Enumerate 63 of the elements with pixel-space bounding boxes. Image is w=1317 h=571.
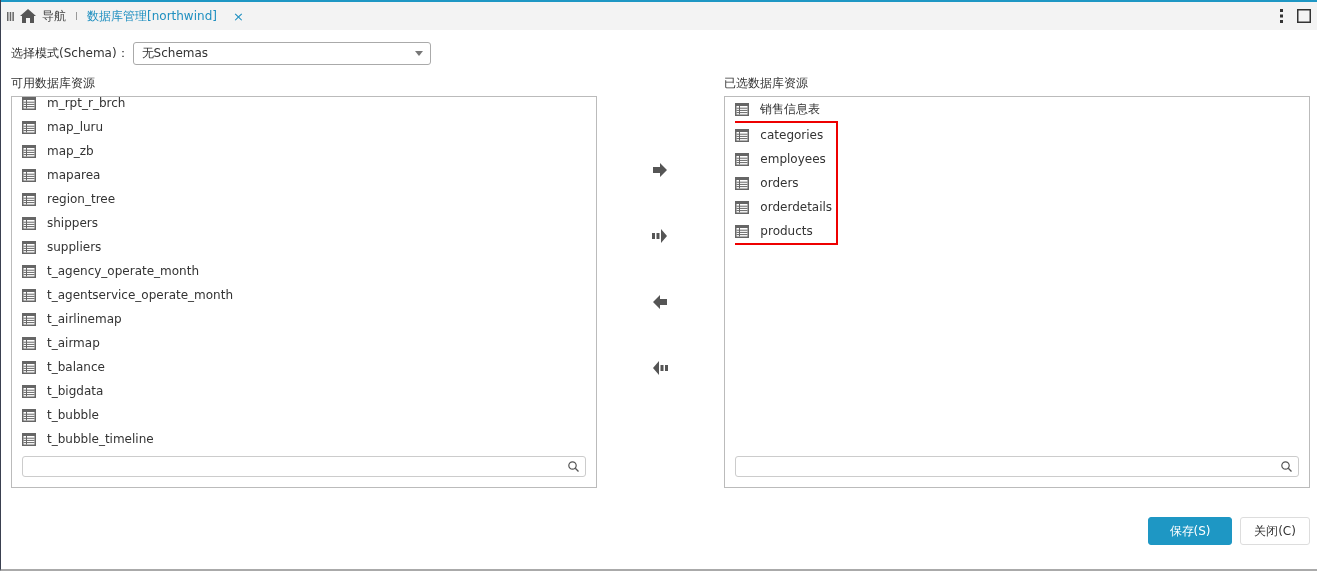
double-arrow-left-icon[interactable] (652, 361, 669, 375)
table-icon (735, 176, 750, 190)
tab-label: 导航 (42, 7, 66, 25)
table-icon (22, 192, 36, 206)
table-icon (735, 200, 750, 214)
close-button[interactable]: 关闭(C) (1240, 517, 1310, 545)
table-icon (22, 408, 36, 422)
table-item[interactable]: orders (735, 171, 839, 195)
table-icon (22, 144, 36, 158)
table-icon (22, 288, 36, 302)
schema-label: 选择模式(Schema)： (11, 45, 129, 62)
table-item[interactable]: categories (735, 121, 839, 147)
table-item[interactable]: maparea (22, 163, 586, 187)
table-icon (22, 240, 36, 254)
table-item[interactable]: products (735, 219, 839, 245)
table-icon (735, 224, 750, 238)
panel-title: 已选数据库资源 (724, 75, 810, 91)
table-item[interactable]: t_airmap (22, 331, 586, 355)
table-icon (22, 360, 36, 374)
table-icon (22, 168, 36, 182)
table-item[interactable]: t_airlinemap (22, 307, 586, 331)
table-icon (22, 96, 36, 110)
table-item[interactable]: m_rpt_r_brch (22, 91, 586, 115)
table-icon (735, 152, 750, 166)
arrow-left-icon[interactable] (652, 295, 669, 309)
table-item[interactable]: 销售信息表 (735, 97, 1299, 121)
table-item[interactable]: map_zb (22, 139, 586, 163)
table-item[interactable]: employees (735, 147, 839, 171)
table-item[interactable]: map_luru (22, 115, 586, 139)
table-icon (22, 216, 36, 230)
search-field[interactable] (735, 456, 1299, 477)
search-icon (1281, 461, 1292, 472)
table-item[interactable]: t_bubble (22, 403, 586, 427)
maximize-icon[interactable] (1297, 9, 1311, 23)
caret-icon (414, 51, 423, 56)
panel-title: 可用数据库资源 (11, 75, 96, 91)
table-item[interactable]: shippers (22, 211, 586, 235)
table-item[interactable]: orderdetails (735, 195, 839, 219)
schema-dropdown[interactable]: 无Schemas (132, 42, 431, 65)
table-icon (22, 336, 36, 350)
table-item[interactable]: t_agentservice_operate_month (22, 283, 586, 307)
grip-icon[interactable] (7, 11, 14, 21)
home-icon (20, 9, 36, 23)
tab[interactable]: 导航 (20, 7, 66, 25)
arrow-right-icon[interactable] (652, 163, 669, 177)
more-icon[interactable] (1280, 9, 1283, 23)
table-item[interactable]: t_agency_operate_month (22, 259, 586, 283)
table-item[interactable]: t_bigdata (22, 379, 586, 403)
table-item[interactable]: region_tree (22, 187, 586, 211)
table-icon (22, 264, 36, 278)
table-icon (735, 102, 750, 116)
double-arrow-right-icon[interactable] (652, 229, 669, 243)
search-icon (567, 461, 579, 472)
table-icon (735, 128, 750, 142)
table-item[interactable]: suppliers (22, 235, 586, 259)
table-item[interactable]: t_bubble_timeline (22, 427, 586, 451)
table-icon (22, 312, 36, 326)
table-icon (22, 384, 36, 398)
tab-label: 数据库管理[northwind] (87, 7, 217, 25)
table-icon (22, 120, 36, 134)
table-icon (22, 432, 36, 446)
search-field[interactable] (22, 456, 586, 477)
table-item[interactable]: t_balance (22, 355, 586, 379)
